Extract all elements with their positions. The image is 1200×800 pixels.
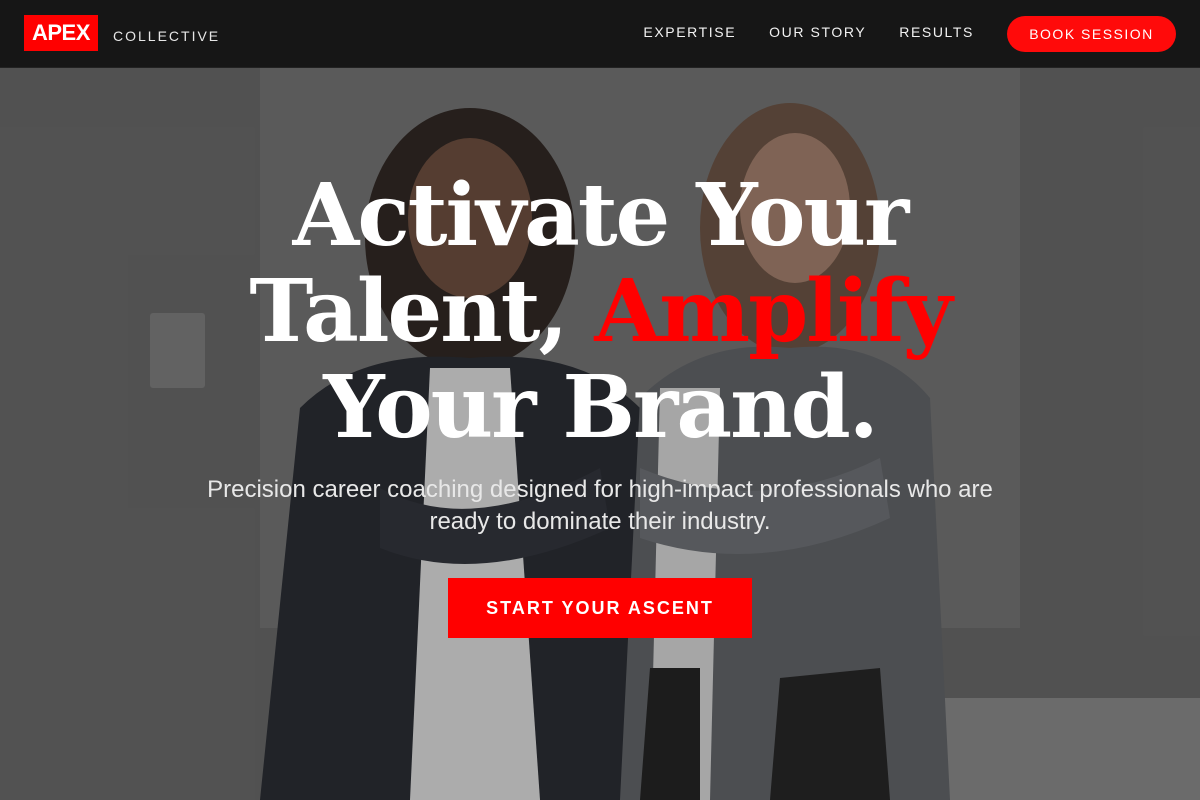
- hero-headline: Activate Your Talent, Amplify Your Brand…: [0, 168, 1200, 456]
- headline-line-2-start: Talent,: [249, 261, 568, 362]
- hero-section: Activate Your Talent, Amplify Your Brand…: [0, 68, 1200, 800]
- headline-line-3: Your Brand.: [323, 357, 878, 458]
- logo[interactable]: APEX: [24, 15, 98, 51]
- hero-subheadline: Precision career coaching designed for h…: [207, 476, 993, 535]
- nav-link-our-story[interactable]: OUR STORY: [769, 24, 866, 40]
- headline-line-1: Activate Your: [292, 165, 910, 266]
- book-session-button[interactable]: BOOK SESSION: [1007, 16, 1176, 52]
- logo-text: APEX: [32, 20, 90, 45]
- nav-link-results[interactable]: RESULTS: [899, 24, 974, 40]
- logo-subtitle: COLLECTIVE: [113, 28, 221, 44]
- headline-accent-word: Amplify: [594, 261, 952, 362]
- navbar: APEX COLLECTIVE EXPERTISE OUR STORY RESU…: [0, 0, 1200, 68]
- main-nav: EXPERTISE OUR STORY RESULTS: [643, 24, 974, 40]
- nav-link-expertise[interactable]: EXPERTISE: [643, 24, 736, 40]
- start-your-ascent-button[interactable]: START YOUR ASCENT: [448, 578, 752, 638]
